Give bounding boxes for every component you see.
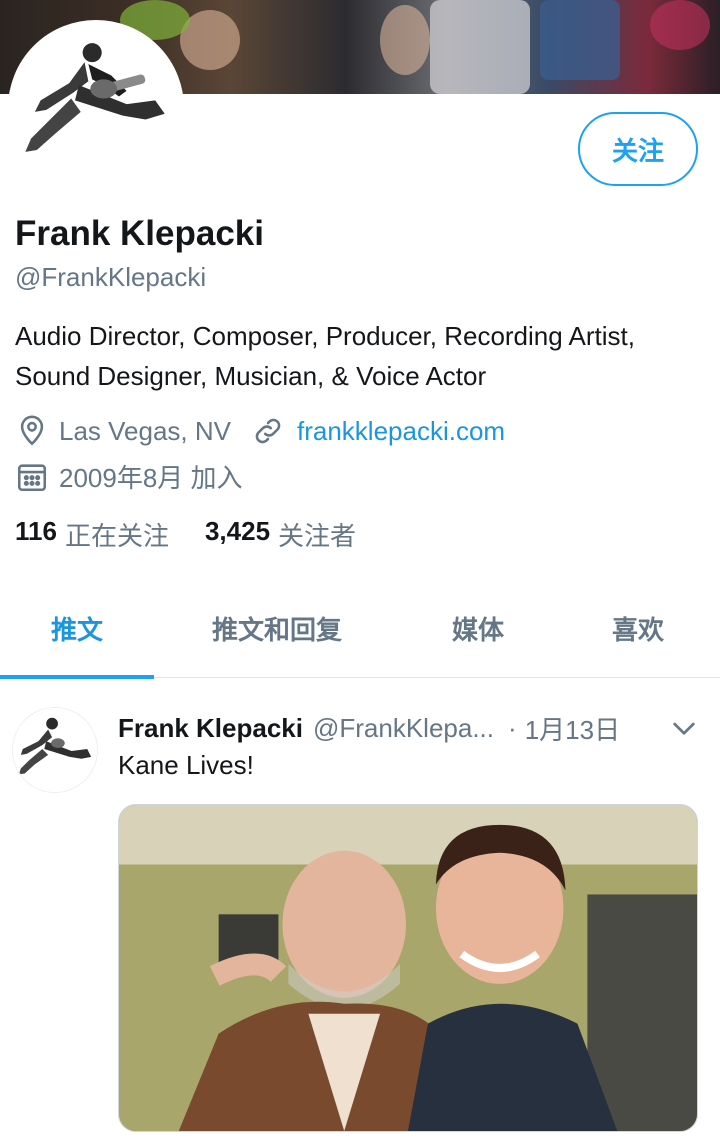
followers-label: 关注者: [278, 521, 357, 551]
tab-media[interactable]: 媒体: [400, 578, 556, 678]
calendar-icon: [15, 460, 49, 494]
tweet-text: Kane Lives!: [118, 750, 254, 780]
profile-bio: Audio Director, Composer, Producer, Reco…: [15, 321, 635, 391]
profile-joined-date: 2009年8月 加入: [59, 463, 243, 493]
tweet-date[interactable]: 1月13日: [525, 710, 620, 747]
chevron-down-icon[interactable]: [668, 712, 700, 744]
tweet-author-name[interactable]: Frank Klepacki: [118, 713, 303, 744]
profile-joined-row: 2009年8月 加入: [15, 458, 243, 495]
tweet-author-handle[interactable]: @FrankKlepa...: [313, 713, 494, 744]
tab-tweets[interactable]: 推文: [0, 578, 154, 679]
tab-likes[interactable]: 喜欢: [556, 578, 720, 678]
tweet-separator: ·: [508, 713, 517, 743]
followers-stat[interactable]: 3,425 关注者: [205, 516, 356, 553]
tweet-header: Frank Klepacki @FrankKlepa... · 1月13日: [118, 710, 638, 747]
tweet-photo[interactable]: [118, 804, 698, 1132]
tweet-avatar[interactable]: [12, 707, 98, 793]
tab-tweets-and-replies[interactable]: 推文和回复: [154, 578, 400, 678]
following-label: 正在关注: [64, 521, 169, 551]
profile-name: Frank Klepacki: [15, 214, 264, 253]
profile-handle: @FrankKlepacki: [15, 262, 207, 292]
following-count: 116: [15, 516, 57, 546]
followers-count: 3,425: [204, 516, 271, 546]
map-pin-icon: [15, 414, 49, 448]
profile-tabs: 推文 推文和回复 媒体 喜欢: [0, 578, 720, 679]
profile-location-row: Las Vegas, NV frankklepacki.com: [15, 414, 505, 448]
profile-stats: 116 正在关注 3,425 关注者: [15, 516, 392, 553]
profile-avatar[interactable]: [8, 20, 184, 196]
following-stat[interactable]: 116 正在关注: [15, 516, 169, 553]
link-icon: [251, 414, 285, 448]
profile-website-link[interactable]: frankklepacki.com: [297, 416, 505, 447]
profile-location: Las Vegas, NV: [59, 415, 231, 446]
follow-button[interactable]: 关注: [578, 112, 698, 186]
